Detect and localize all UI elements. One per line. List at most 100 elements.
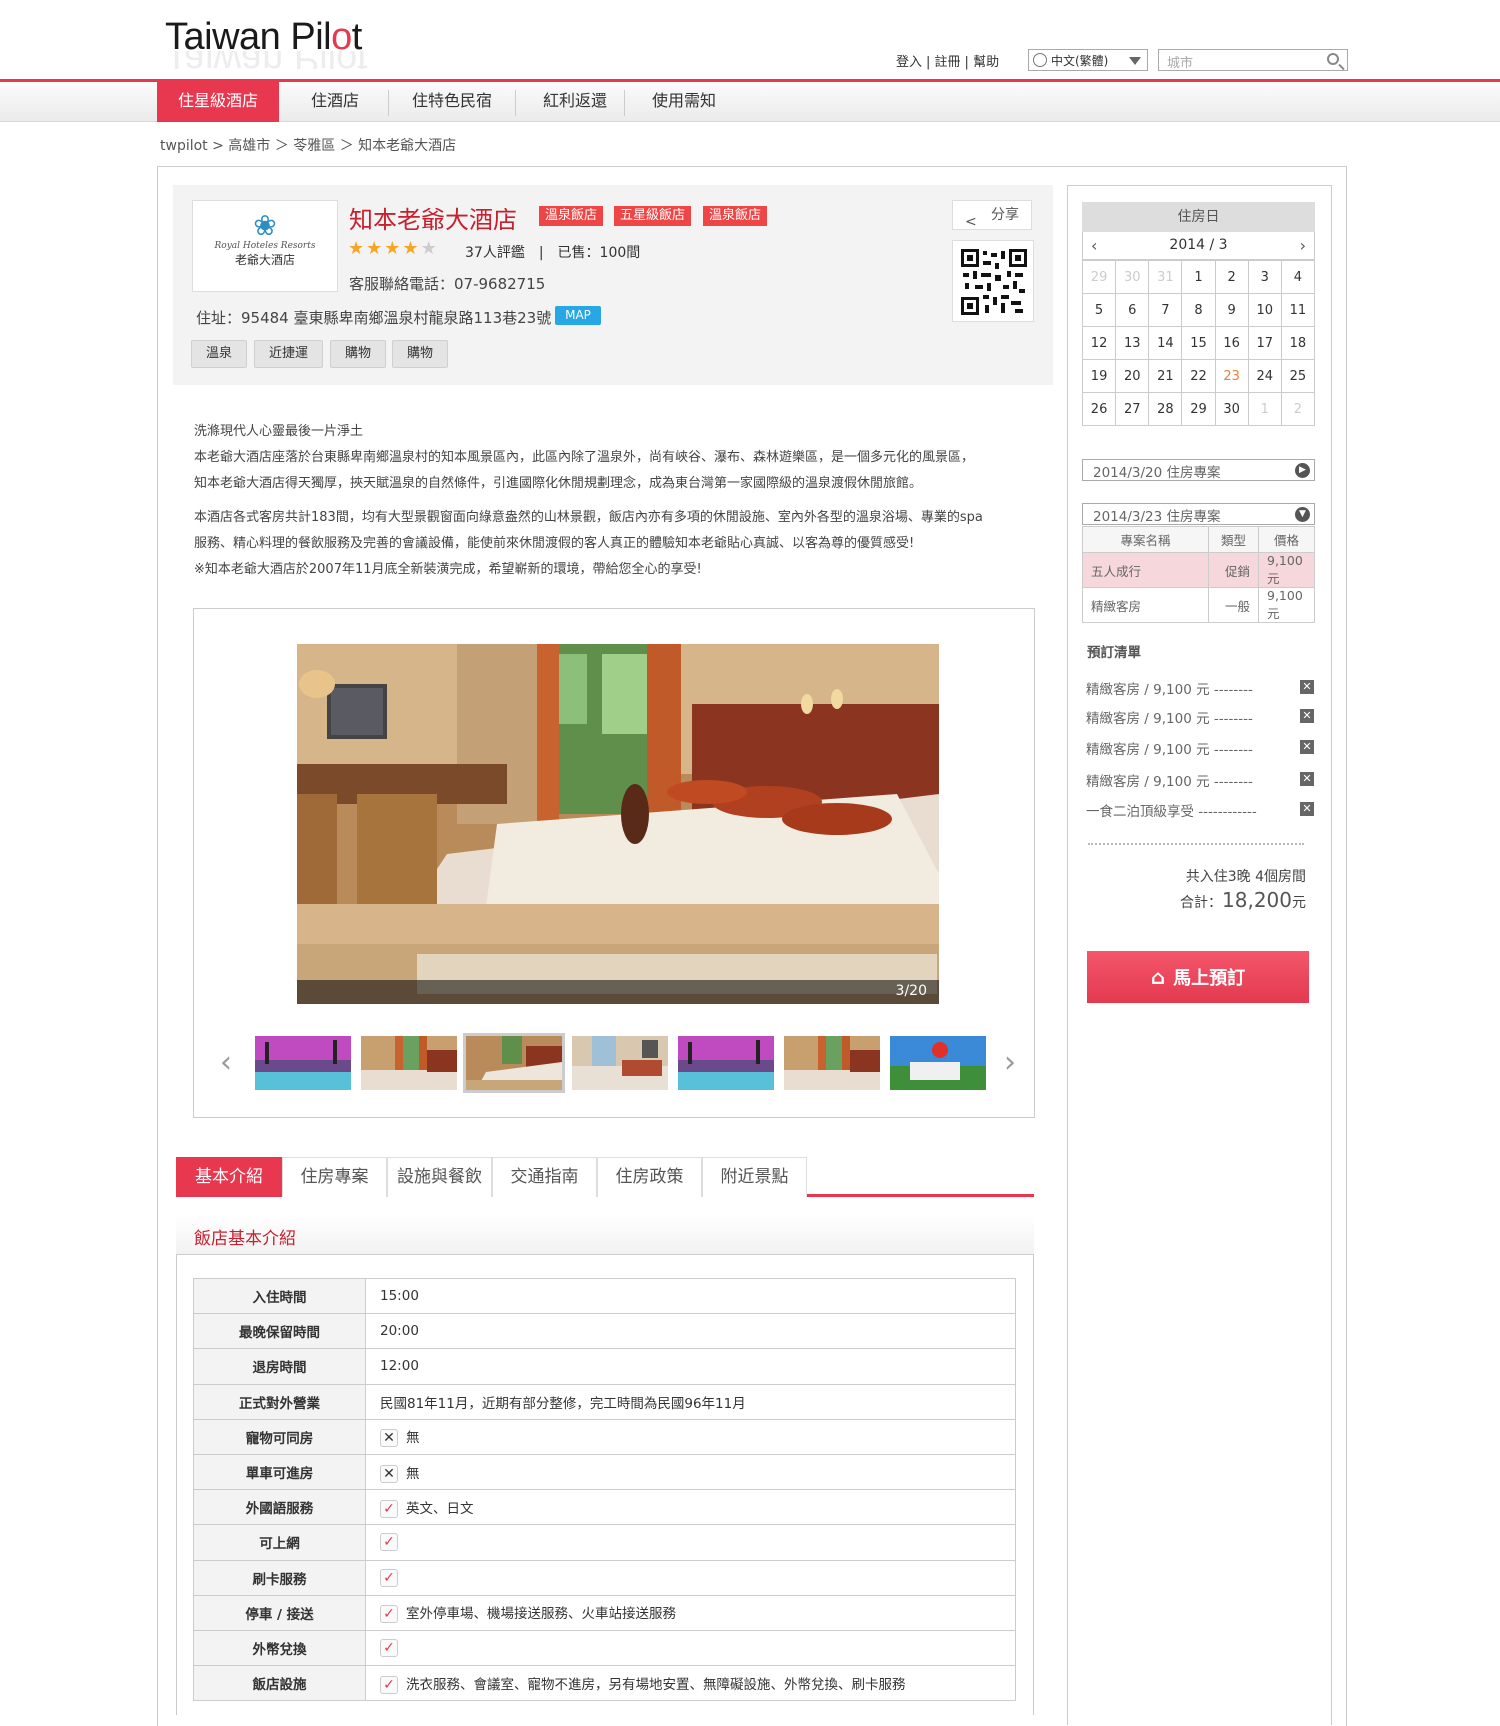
gallery-thumbnail[interactable]	[890, 1036, 986, 1090]
calendar-day[interactable]: 22	[1181, 359, 1216, 393]
info-value-cell: 15:00	[365, 1277, 1016, 1315]
nav-item-bonus[interactable]: 紅利返還	[518, 82, 632, 122]
calendar-day[interactable]: 10	[1247, 293, 1282, 327]
tab-policy[interactable]: 住房政策	[597, 1157, 702, 1197]
login-link[interactable]: 登入	[896, 55, 922, 70]
info-row: 正式對外營業 民國81年11月，近期有部分整修，完工時間為民國96年11月	[193, 1383, 1016, 1420]
plan-row[interactable]: 五人成行 促銷 9,100元	[1082, 552, 1315, 588]
info-row: 外國語服務 ✓ 英文、日文	[193, 1489, 1016, 1526]
breadcrumb[interactable]: twpilot > 高雄市 ＞ 苓雅區 ＞ 知本老爺大酒店	[160, 135, 456, 155]
gallery-thumbnail[interactable]	[463, 1033, 565, 1093]
calendar-day[interactable]: 5	[1081, 293, 1117, 327]
plan-selector-0323[interactable]: 2014/3/23 住房專案 ▼	[1082, 503, 1315, 525]
gallery-thumbnail[interactable]	[361, 1036, 457, 1090]
remove-icon[interactable]: ✕	[1300, 772, 1314, 786]
nav-item-star-hotels[interactable]: 住星級酒店	[157, 82, 279, 122]
help-link[interactable]: 幫助	[973, 55, 999, 70]
share-button[interactable]: < 分享	[952, 200, 1032, 230]
hotel-description: 洗滌現代人心靈最後一片淨土 本老爺大酒店座落於台東縣卑南鄉溫泉村的知本風景區內，…	[194, 419, 1044, 591]
calendar-week: 19 20 21 22 23 24 25	[1081, 359, 1316, 393]
calendar-day[interactable]: 3	[1247, 260, 1282, 294]
calendar-day[interactable]: 24	[1247, 359, 1282, 393]
plan-name: 精緻客房	[1082, 587, 1209, 623]
stay-summary: 共入住3晚 4個房間	[1185, 869, 1306, 885]
info-key: 外國語服務	[193, 1489, 366, 1526]
gallery-thumbnail[interactable]	[255, 1036, 351, 1090]
calendar-day[interactable]: 28	[1148, 392, 1183, 426]
feature-tag[interactable]: 購物	[330, 340, 387, 368]
gallery-prev-arrow-icon[interactable]: ‹	[220, 1045, 232, 1080]
remove-icon[interactable]: ✕	[1300, 680, 1314, 694]
description-paragraph: 本酒店各式客房共計183間，均有大型景觀窗面向綠意盎然的山林景觀，飯店內亦有多項…	[194, 505, 1044, 583]
main-photo[interactable]	[297, 644, 939, 1004]
tab-nearby[interactable]: 附近景點	[702, 1157, 807, 1197]
calendar-day[interactable]: 4	[1280, 260, 1316, 294]
calendar-grid: 29 30 31 1 2 3 4 5 6 7 8 9 10 11 12 13 14 15 16 17 18 19 20 21 2…	[1081, 260, 1316, 426]
calendar-day[interactable]: 30	[1214, 392, 1249, 426]
feature-tag[interactable]: 近捷運	[254, 340, 324, 368]
feature-tag[interactable]: 溫泉	[191, 340, 248, 368]
description-line: 服務、精心料理的餐飲服務及完善的會議設備，能使前來休閒渡假的客人真正的體驗知本老…	[194, 536, 915, 551]
calendar-day[interactable]: 26	[1081, 392, 1117, 426]
gallery-thumbnail[interactable]	[572, 1036, 668, 1090]
info-key: 退房時間	[193, 1348, 366, 1385]
nav-item-guide[interactable]: 使用需知	[632, 82, 736, 122]
calendar-day[interactable]: 15	[1181, 326, 1216, 360]
calendar-day[interactable]: 14	[1148, 326, 1183, 360]
register-link[interactable]: 註冊	[935, 55, 961, 70]
tab-facilities[interactable]: 設施與餐飲	[387, 1157, 492, 1197]
info-key: 飯店設施	[193, 1665, 366, 1702]
calendar-day[interactable]: 18	[1280, 326, 1316, 360]
info-row: 可上網 ✓	[193, 1524, 1016, 1561]
hotel-logo-mark-icon: ❀	[253, 209, 277, 242]
next-month-icon[interactable]: ›	[1300, 232, 1306, 259]
book-now-button[interactable]: ⌂ 馬上預訂	[1087, 951, 1309, 1003]
calendar-day[interactable]: 29	[1181, 392, 1216, 426]
calendar-day[interactable]: 12	[1081, 326, 1117, 360]
gallery-thumbnail[interactable]	[784, 1036, 880, 1090]
top-links: 登入 | 註冊 | 幫助	[896, 55, 1000, 70]
review-count[interactable]: 37人評鑑	[465, 245, 525, 261]
calendar-day[interactable]: 23	[1214, 359, 1249, 393]
calendar-day[interactable]: 17	[1247, 326, 1282, 360]
info-value: 20:00	[380, 1323, 419, 1340]
nav-divider	[624, 90, 625, 116]
calendar-day[interactable]: 9	[1214, 293, 1249, 327]
remove-icon[interactable]: ✕	[1300, 740, 1314, 754]
info-row: 單車可進房 ✕ 無	[193, 1453, 1016, 1491]
calendar-day[interactable]: 13	[1115, 326, 1150, 360]
calendar-day[interactable]: 19	[1081, 359, 1117, 393]
sold-count: 已售：100間	[557, 245, 641, 261]
calendar-day[interactable]: 1	[1181, 260, 1216, 294]
calendar-day[interactable]: 8	[1181, 293, 1216, 327]
calendar-day[interactable]: 27	[1115, 392, 1150, 426]
calendar-day[interactable]: 7	[1148, 293, 1183, 327]
tab-basic-info[interactable]: 基本介紹	[176, 1157, 282, 1197]
plan-selector-0320[interactable]: 2014/3/20 住房專案 ▶	[1082, 459, 1315, 481]
calendar-day[interactable]: 20	[1115, 359, 1150, 393]
calendar-day[interactable]: 11	[1280, 293, 1316, 327]
prev-month-icon[interactable]: ‹	[1091, 232, 1097, 259]
search-input[interactable]: 城市	[1158, 49, 1348, 71]
search-icon[interactable]	[1327, 53, 1339, 65]
calendar-day[interactable]: 21	[1148, 359, 1183, 393]
gallery-next-arrow-icon[interactable]: ›	[1004, 1045, 1016, 1080]
tab-room-plans[interactable]: 住房專案	[282, 1157, 387, 1197]
language-select[interactable]: 中文(繁體)	[1028, 49, 1148, 71]
calendar-day[interactable]: 6	[1115, 293, 1150, 327]
calendar-day[interactable]: 2	[1214, 260, 1249, 294]
chevron-down-icon	[1129, 57, 1141, 65]
map-button[interactable]: MAP	[555, 306, 601, 325]
tab-transport[interactable]: 交通指南	[492, 1157, 597, 1197]
calendar-day[interactable]: 16	[1214, 326, 1249, 360]
gallery-thumbnail[interactable]	[678, 1036, 774, 1090]
info-value-cell: ✓	[365, 1524, 1016, 1561]
nav-item-hotels[interactable]: 住酒店	[285, 82, 385, 122]
feature-tag[interactable]: 購物	[392, 340, 449, 368]
calendar-day[interactable]: 25	[1280, 359, 1316, 393]
remove-icon[interactable]: ✕	[1300, 802, 1314, 816]
plan-row[interactable]: 精緻客房 一般 9,100元	[1082, 587, 1315, 623]
calendar-day: 31	[1148, 260, 1183, 294]
remove-icon[interactable]: ✕	[1300, 709, 1314, 723]
nav-item-bnb[interactable]: 住特色民宿	[392, 82, 512, 122]
